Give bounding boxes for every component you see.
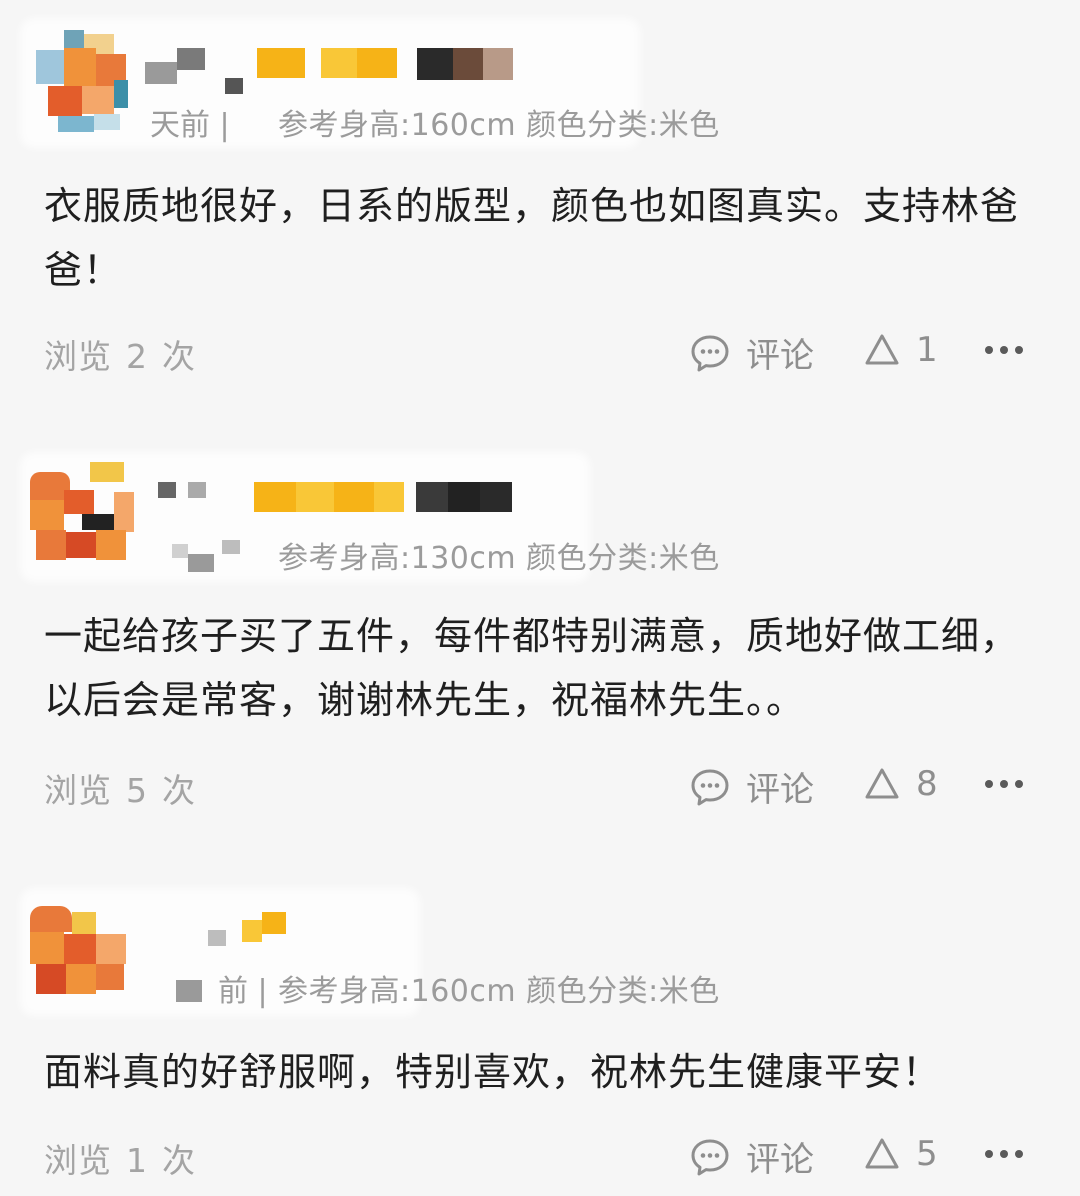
comment-label: 评论 (746, 770, 814, 810)
comment-button[interactable]: 评论 (690, 1132, 814, 1181)
comment-bubble-icon (691, 1139, 729, 1175)
like-count: 8 (916, 764, 938, 804)
like-count: 5 (916, 1134, 938, 1174)
like-button[interactable]: 8 (864, 764, 938, 804)
username-blurred (158, 478, 518, 572)
user-avatar[interactable] (28, 898, 132, 1002)
purchase-specs: 参考身高:160cm 颜色分类:米色 (278, 974, 720, 1009)
purchase-specs: 参考身高:130cm 颜色分类:米色 (278, 541, 720, 576)
username-blurred (200, 910, 320, 950)
view-count: 浏览 1 次 (44, 1141, 196, 1180)
triangle-like-icon (865, 768, 899, 799)
review-item: 前 | 参考身高:160cm 颜色分类:米色 面料真的好舒服啊，特别喜欢，祝林先… (0, 0, 1080, 1180)
more-dots-icon[interactable] (982, 1144, 1026, 1164)
review-text: 一起给孩子买了五件，每件都特别满意，质地好做工细，以后会是常客，谢谢林先生，祝福… (44, 614, 1020, 722)
comment-button[interactable]: 评论 (690, 762, 814, 811)
post-time: 前 | (218, 974, 268, 1009)
review-text: 面料真的好舒服啊，特别喜欢，祝林先生健康平安！ (44, 1050, 942, 1094)
comment-label: 评论 (746, 1140, 814, 1180)
like-button[interactable]: 5 (864, 1134, 938, 1174)
comment-bubble-icon (691, 769, 729, 805)
triangle-like-icon (865, 1138, 899, 1169)
more-dots-icon[interactable] (982, 774, 1026, 794)
username-blurred-fragment (176, 980, 202, 1002)
view-count: 浏览 5 次 (44, 771, 196, 810)
user-avatar[interactable] (28, 462, 134, 566)
